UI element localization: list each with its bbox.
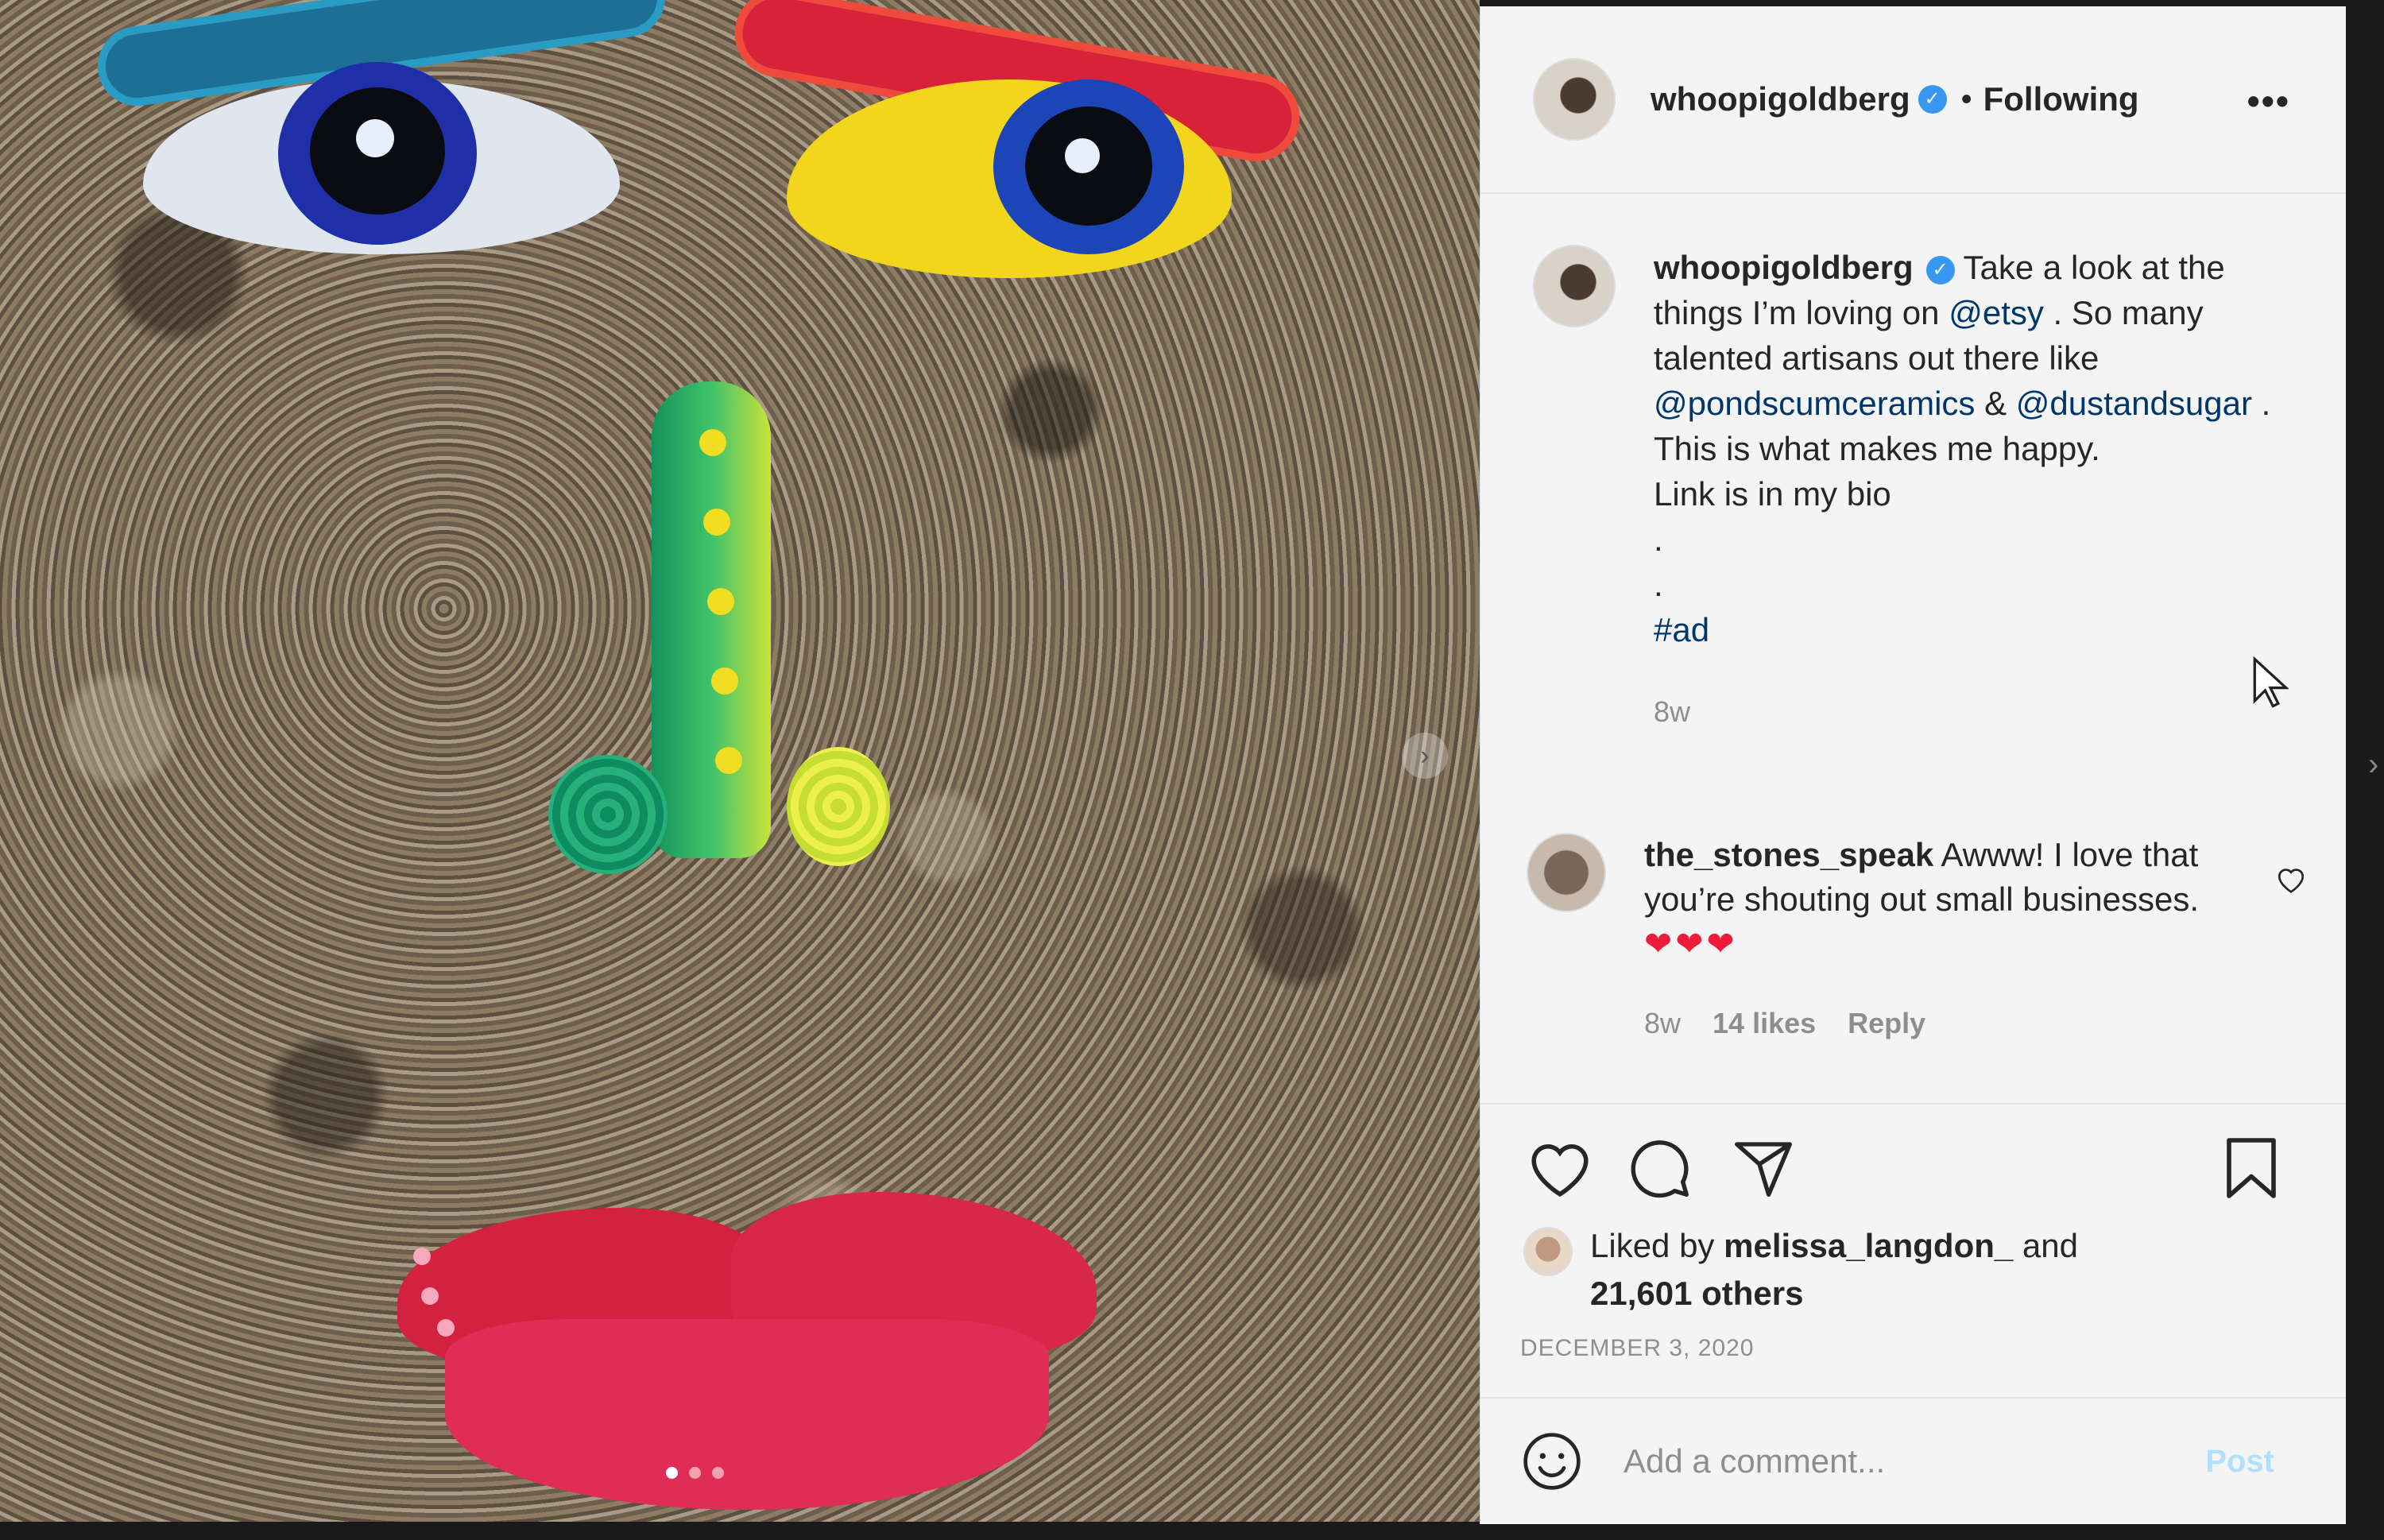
header-separator: • (1960, 81, 1972, 117)
mention-pondscumceramics[interactable]: @pondscumceramics (1654, 385, 1975, 422)
likes-prefix: Liked by (1590, 1227, 1724, 1264)
hashtag-ad[interactable]: #ad (1654, 607, 2274, 652)
carousel-dot-3 (712, 1467, 724, 1479)
emoji-icon[interactable] (1520, 1430, 1584, 1493)
verified-badge-icon: ✓ (1918, 85, 1947, 114)
carousel-next-button[interactable]: › (1402, 733, 1448, 779)
commenter-username[interactable]: the_stones_speak (1644, 836, 1933, 873)
caption-ampersand: & (1975, 385, 2016, 422)
likes-suffix: and (2013, 1227, 2078, 1264)
carousel-dot-2 (689, 1467, 701, 1479)
caption-timestamp: 8w (1654, 695, 1691, 728)
post-caption: whoopigoldberg ✓ Take a look at the thing… (1533, 245, 2296, 734)
post-side-panel: whoopigoldberg ✓ • Following ••• whoopig… (1480, 6, 2346, 1524)
comment-timestamp: 8w (1644, 1007, 1682, 1039)
comment-text: the_stones_speak Awww! I love that you’r… (1644, 833, 2216, 1046)
nose-sculpture (548, 381, 898, 890)
post-image[interactable]: › (0, 0, 1480, 1522)
author-avatar[interactable] (1533, 58, 1616, 141)
action-bar (1520, 1128, 2283, 1216)
post-comment-button[interactable]: Post (2205, 1444, 2274, 1480)
following-button[interactable]: Following (1983, 80, 2139, 118)
liker-avatar[interactable] (1523, 1227, 1573, 1276)
comment-likes-count[interactable]: 14 likes (1713, 1001, 1816, 1046)
author-username[interactable]: whoopigoldberg (1651, 80, 1910, 118)
comment-heart-emojis: ❤❤❤ (1644, 925, 1738, 962)
heart-icon[interactable] (1520, 1128, 1600, 1208)
mention-etsy[interactable]: @etsy (1949, 294, 2044, 331)
left-eye-sculpture (92, 0, 671, 262)
post-date: DECEMBER 3, 2020 (1520, 1335, 1755, 1361)
comment-item: the_stones_speak Awww! I love that you’r… (1527, 833, 2289, 1046)
caption-dot-2: . (1654, 566, 1663, 603)
actions-divider (1480, 1103, 2346, 1105)
carousel-dot-1 (666, 1467, 678, 1479)
chevron-right-icon: › (2368, 747, 2379, 782)
add-comment-bar: Post (1480, 1397, 2346, 1524)
likes-summary: Liked by melissa_langdon_ and 21,601 oth… (1523, 1222, 2146, 1318)
likes-text[interactable]: Liked by melissa_langdon_ and 21,601 oth… (1590, 1222, 2146, 1318)
right-eye-sculpture (727, 0, 1311, 286)
carousel-indicator (666, 1467, 724, 1479)
lips-sculpture (381, 1160, 1128, 1522)
post-header: whoopigoldberg ✓ • Following ••• (1480, 6, 2346, 194)
likes-others[interactable]: 21,601 others (1590, 1270, 2146, 1318)
share-icon[interactable] (1724, 1128, 1803, 1208)
caption-link-line: Link is in my bio (1654, 475, 1891, 513)
mention-dustandsugar[interactable]: @dustandsugar (2016, 385, 2252, 422)
comment-icon[interactable] (1620, 1128, 1700, 1208)
cursor-icon (2252, 656, 2289, 713)
verified-badge-icon: ✓ (1925, 255, 1955, 284)
commenter-avatar[interactable] (1527, 833, 1606, 912)
comment-reply-button[interactable]: Reply (1848, 1001, 1925, 1046)
caption-text: whoopigoldberg ✓ Take a look at the thing… (1654, 245, 2274, 734)
bookmark-icon[interactable] (2212, 1128, 2291, 1208)
liker-username[interactable]: melissa_langdon_ (1724, 1227, 2013, 1264)
more-options-icon[interactable]: ••• (2247, 79, 2290, 122)
caption-author-avatar[interactable] (1533, 245, 1616, 327)
caption-username[interactable]: whoopigoldberg (1654, 249, 1914, 286)
comment-meta: 8w 14 likes Reply (1644, 1001, 2216, 1046)
comment-like-icon[interactable] (2275, 865, 2307, 901)
caption-dot-1: . (1654, 520, 1663, 558)
comment-input[interactable] (1624, 1442, 2180, 1480)
